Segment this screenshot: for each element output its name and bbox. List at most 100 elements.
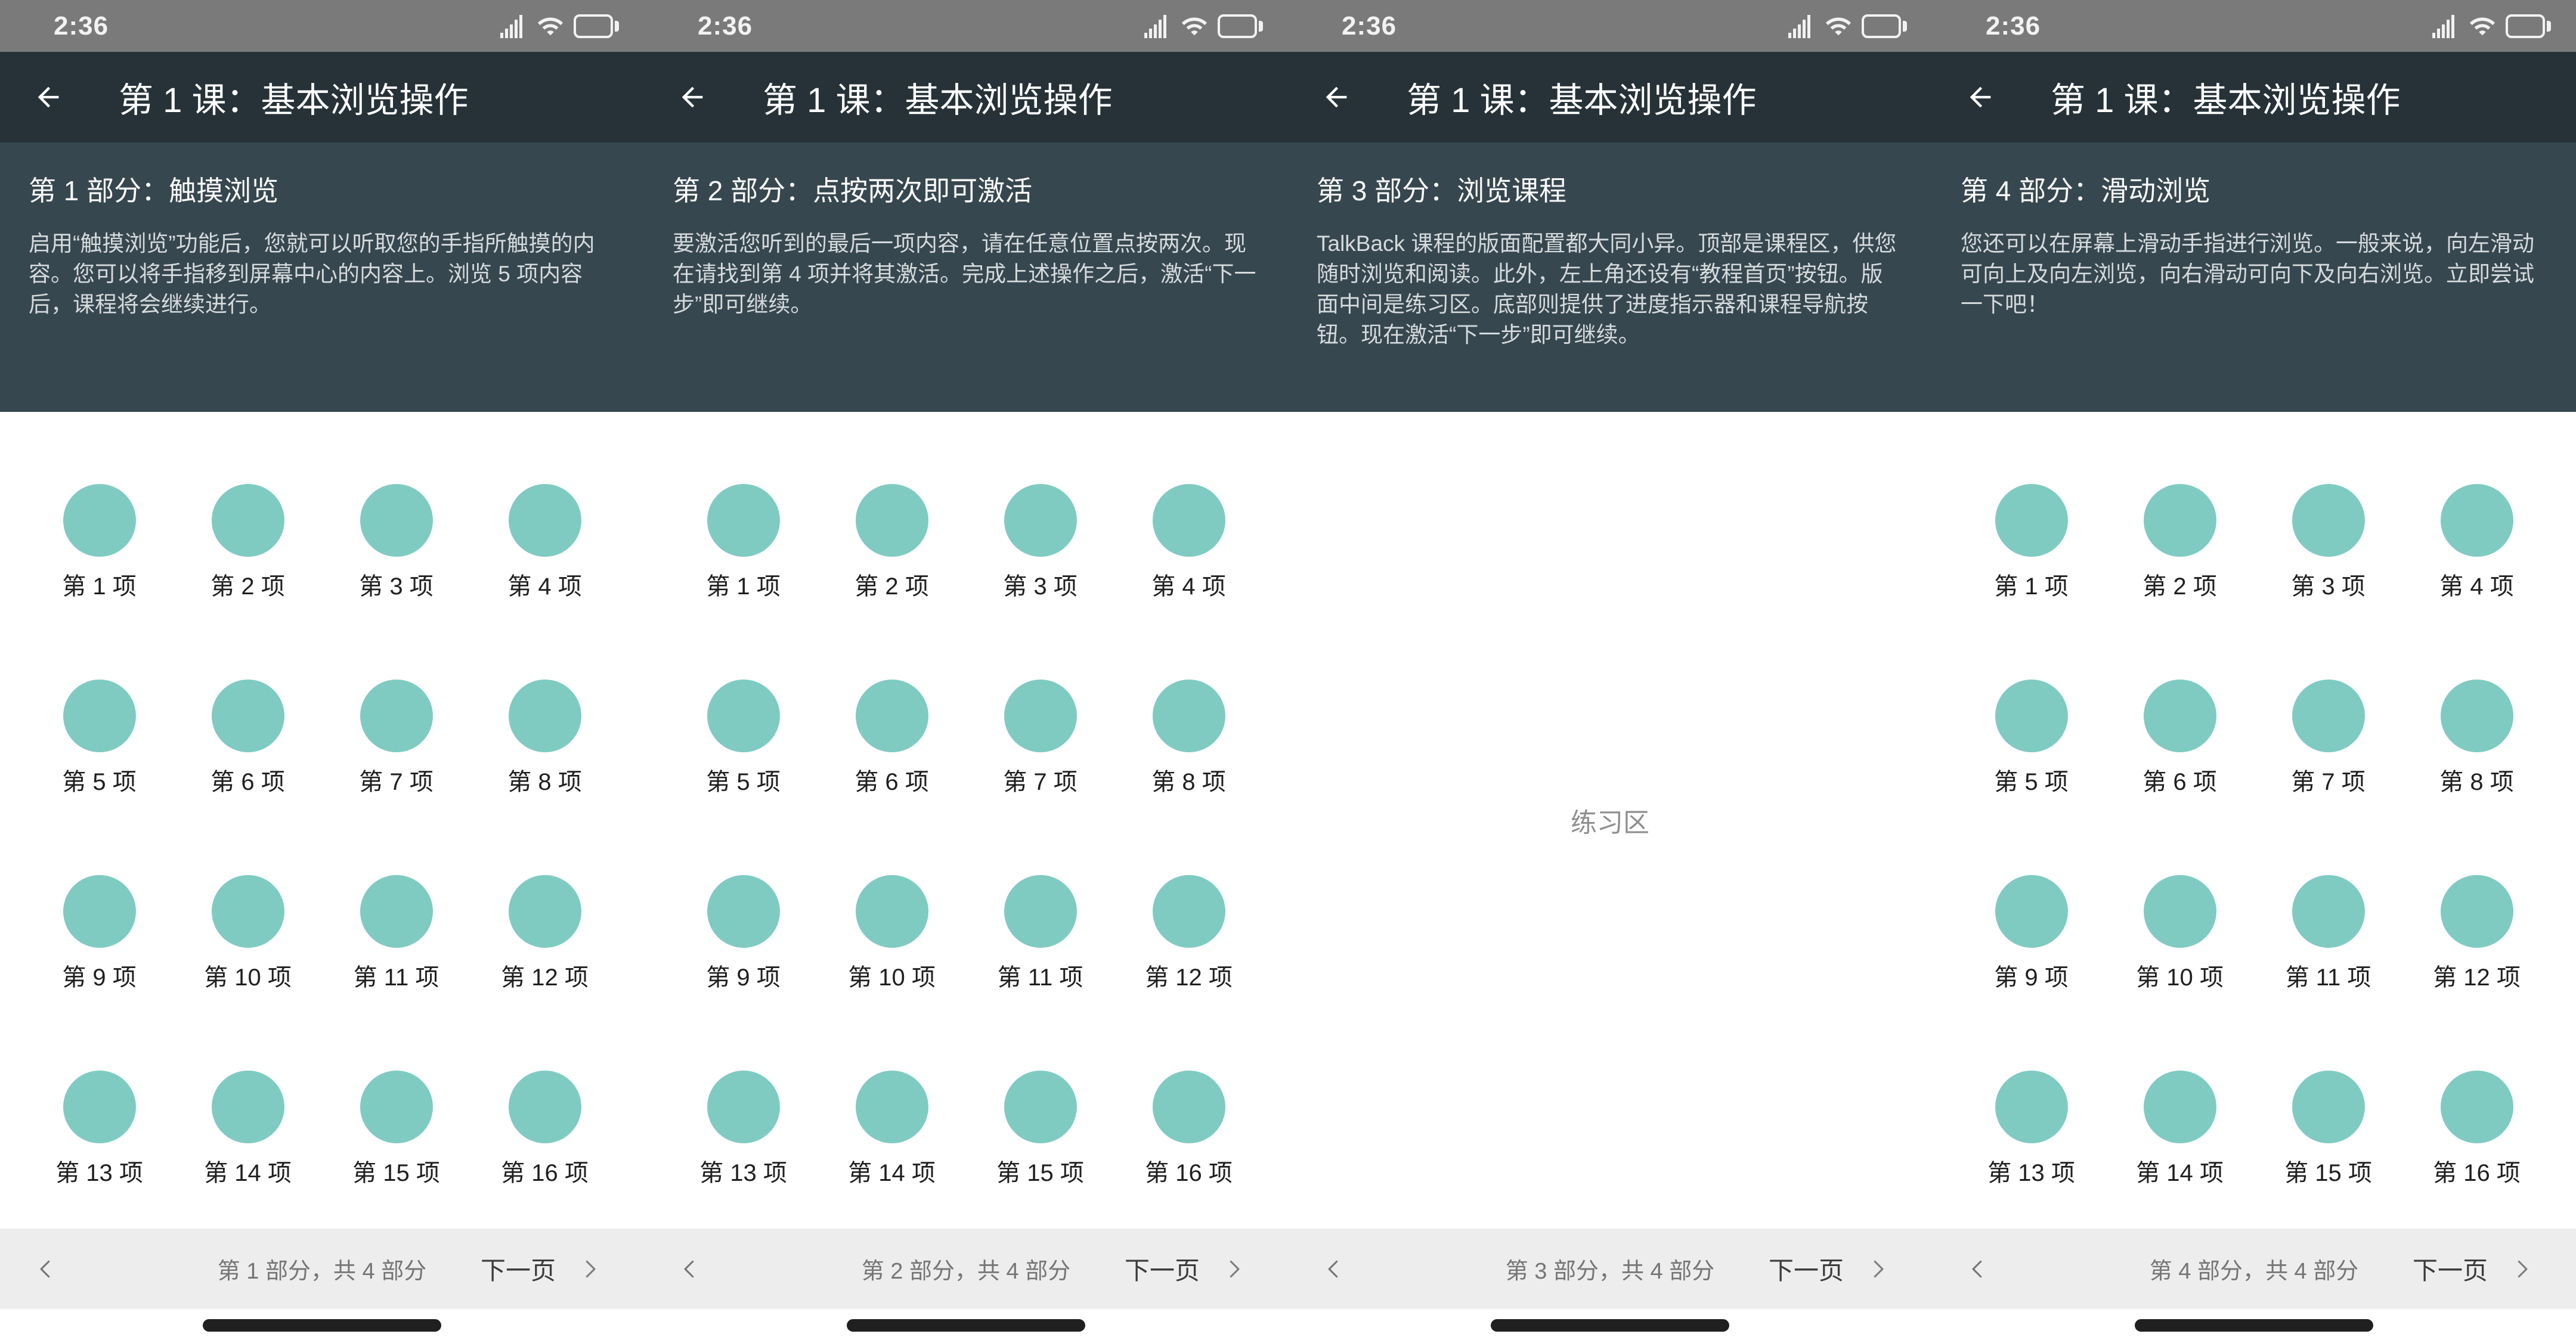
item-circle-icon[interactable] [856,875,928,948]
home-gesture-handle[interactable] [2135,1319,2373,1332]
item-circle-icon[interactable] [1153,1071,1225,1143]
item-circle-icon[interactable] [2292,484,2365,557]
item-circle-icon[interactable] [1004,680,1077,752]
item-circle-icon[interactable] [2144,875,2216,948]
previous-page-button[interactable] [1967,1229,1989,1309]
practice-item[interactable]: 第 16 项 [2402,1071,2551,1185]
practice-item[interactable]: 第 5 项 [1957,680,2106,794]
practice-item[interactable]: 第 11 项 [966,875,1114,990]
back-button[interactable] [1965,82,1996,113]
practice-item[interactable]: 第 5 项 [25,680,174,794]
practice-item[interactable]: 第 3 项 [322,484,470,598]
practice-item[interactable]: 第 5 项 [669,680,818,794]
item-circle-icon[interactable] [212,680,284,752]
home-gesture-handle[interactable] [1491,1319,1729,1332]
practice-item[interactable]: 第 12 项 [1114,875,1263,990]
item-circle-icon[interactable] [856,680,928,752]
item-circle-icon[interactable] [63,1071,136,1143]
practice-item[interactable]: 第 11 项 [2254,875,2402,990]
item-circle-icon[interactable] [63,680,136,752]
next-page-button[interactable]: 下一页 [1125,1229,1245,1309]
practice-item[interactable]: 第 14 项 [174,1071,322,1185]
next-page-button[interactable]: 下一页 [2413,1229,2533,1309]
item-circle-icon[interactable] [2144,1071,2216,1143]
practice-item[interactable]: 第 13 项 [669,1071,818,1185]
item-circle-icon[interactable] [1995,484,2068,557]
item-circle-icon[interactable] [509,680,581,752]
practice-item[interactable]: 第 4 项 [470,484,619,598]
item-circle-icon[interactable] [1004,1071,1077,1143]
practice-item[interactable]: 第 2 项 [174,484,322,598]
item-circle-icon[interactable] [2292,1071,2365,1143]
practice-item[interactable]: 第 9 项 [669,875,818,990]
item-circle-icon[interactable] [1004,484,1077,557]
item-circle-icon[interactable] [63,875,136,948]
item-circle-icon[interactable] [212,1071,284,1143]
previous-page-button[interactable] [35,1229,57,1309]
practice-item[interactable]: 第 2 项 [818,484,966,598]
practice-item[interactable]: 第 7 项 [966,680,1114,794]
item-circle-icon[interactable] [212,484,284,557]
item-circle-icon[interactable] [707,484,780,557]
item-circle-icon[interactable] [1153,875,1225,948]
practice-item[interactable]: 第 6 项 [818,680,966,794]
practice-item[interactable]: 第 14 项 [2106,1071,2254,1185]
practice-item[interactable]: 第 15 项 [2254,1071,2402,1185]
home-gesture-handle[interactable] [203,1319,441,1332]
practice-item[interactable]: 第 7 项 [322,680,470,794]
item-circle-icon[interactable] [360,484,433,557]
practice-item[interactable]: 第 6 项 [2106,680,2254,794]
practice-item[interactable]: 第 8 项 [2402,680,2551,794]
home-gesture-handle[interactable] [847,1319,1085,1332]
practice-item[interactable]: 第 1 项 [1957,484,2106,598]
practice-item[interactable]: 第 3 项 [966,484,1114,598]
item-circle-icon[interactable] [856,484,928,557]
item-circle-icon[interactable] [2292,680,2365,752]
practice-item[interactable]: 第 10 项 [174,875,322,990]
practice-item[interactable]: 第 7 项 [2254,680,2402,794]
practice-item[interactable]: 第 13 项 [25,1071,174,1185]
item-circle-icon[interactable] [360,680,433,752]
practice-item[interactable]: 第 1 项 [25,484,174,598]
item-circle-icon[interactable] [1004,875,1077,948]
practice-item[interactable]: 第 10 项 [818,875,966,990]
practice-item[interactable]: 第 4 项 [2402,484,2551,598]
practice-item[interactable]: 第 11 项 [322,875,470,990]
item-circle-icon[interactable] [2441,680,2513,752]
item-circle-icon[interactable] [212,875,284,948]
practice-item[interactable]: 第 15 项 [322,1071,470,1185]
item-circle-icon[interactable] [707,680,780,752]
item-circle-icon[interactable] [2144,680,2216,752]
practice-item[interactable]: 第 16 项 [1114,1071,1263,1185]
practice-item[interactable]: 第 6 项 [174,680,322,794]
practice-item[interactable]: 第 4 项 [1114,484,1263,598]
practice-item[interactable]: 第 9 项 [1957,875,2106,990]
item-circle-icon[interactable] [509,875,581,948]
item-circle-icon[interactable] [1995,680,2068,752]
previous-page-button[interactable] [679,1229,701,1309]
practice-item[interactable]: 第 2 项 [2106,484,2254,598]
next-page-button[interactable]: 下一页 [481,1229,601,1309]
practice-item[interactable]: 第 3 项 [2254,484,2402,598]
item-circle-icon[interactable] [360,875,433,948]
item-circle-icon[interactable] [2292,875,2365,948]
item-circle-icon[interactable] [2144,484,2216,557]
item-circle-icon[interactable] [509,484,581,557]
item-circle-icon[interactable] [1995,875,2068,948]
item-circle-icon[interactable] [707,875,780,948]
item-circle-icon[interactable] [1995,1071,2068,1143]
back-button[interactable] [1321,82,1352,113]
practice-item[interactable]: 第 12 项 [470,875,619,990]
practice-item[interactable]: 第 13 项 [1957,1071,2106,1185]
next-page-button[interactable]: 下一页 [1769,1229,1889,1309]
item-circle-icon[interactable] [1153,484,1225,557]
practice-item[interactable]: 第 12 项 [2402,875,2551,990]
practice-item[interactable]: 第 10 项 [2106,875,2254,990]
previous-page-button[interactable] [1323,1229,1345,1309]
item-circle-icon[interactable] [707,1071,780,1143]
item-circle-icon[interactable] [856,1071,928,1143]
back-button[interactable] [33,82,64,113]
item-circle-icon[interactable] [2441,1071,2513,1143]
item-circle-icon[interactable] [2441,484,2513,557]
item-circle-icon[interactable] [360,1071,433,1143]
